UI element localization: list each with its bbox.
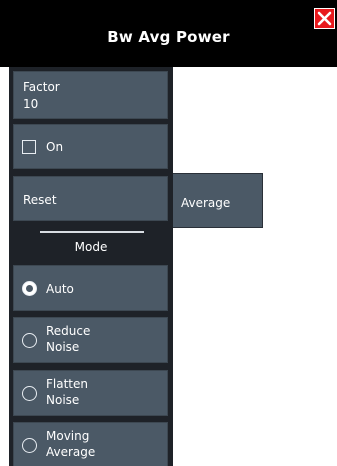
mode-reduce-noise-option[interactable]: Reduce Noise (13, 317, 168, 363)
mode-moving-average-option[interactable]: Moving Average (13, 422, 168, 466)
radio-unselected[interactable] (22, 438, 37, 453)
mode-flatten-noise-label: Flatten Noise (46, 376, 88, 408)
factor-button[interactable]: Factor 10 (13, 71, 168, 119)
mode-heading: Mode (74, 240, 108, 254)
average-tab-label: Average (181, 196, 231, 210)
mode-moving-average-label: Moving Average (46, 428, 95, 460)
mode-moving-line1: Moving (46, 429, 90, 443)
dialog-title: Bw Avg Power (107, 28, 230, 46)
radio-selected[interactable] (22, 281, 37, 296)
mode-flatten-line1: Flatten (46, 377, 88, 391)
title-bar: Bw Avg Power (0, 0, 337, 67)
mode-auto-option[interactable]: Auto (13, 265, 168, 311)
factor-value: 10 (23, 97, 39, 111)
on-toggle[interactable]: On (13, 124, 168, 169)
close-icon (317, 11, 332, 26)
mode-divider (40, 231, 144, 233)
mode-reduce-line2: Noise (46, 340, 80, 354)
close-button[interactable] (314, 8, 335, 29)
factor-label: Factor (23, 80, 60, 94)
reset-label: Reset (23, 193, 57, 207)
reset-button[interactable]: Reset (13, 176, 168, 221)
checkbox[interactable] (22, 140, 36, 154)
mode-reduce-line1: Reduce (46, 324, 91, 338)
radio-unselected[interactable] (22, 333, 37, 348)
mode-flatten-noise-option[interactable]: Flatten Noise (13, 370, 168, 416)
mode-auto-label: Auto (46, 282, 74, 296)
average-tab[interactable]: Average (173, 173, 263, 228)
mode-moving-line2: Average (46, 445, 96, 459)
mode-reduce-noise-label: Reduce Noise (46, 323, 90, 355)
radio-unselected[interactable] (22, 386, 37, 401)
on-label: On (46, 140, 64, 154)
mode-flatten-line2: Noise (46, 393, 80, 407)
